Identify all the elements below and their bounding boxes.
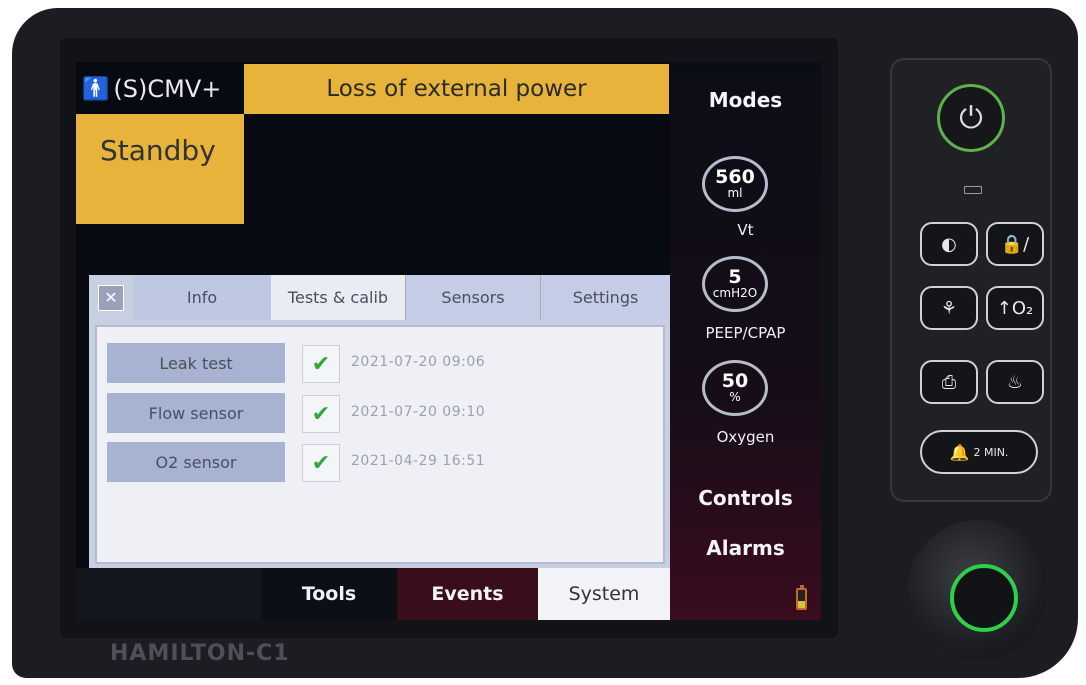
peep-gauge[interactable]: 5 cmH2O: [702, 256, 768, 312]
tab-sensors[interactable]: Sensors: [405, 275, 540, 320]
alarms-button[interactable]: Alarms: [670, 536, 821, 560]
test-row: Flow sensor ✔ 2021-07-20 09:10: [107, 393, 647, 433]
print-icon: ⎙: [941, 371, 957, 393]
controls-button[interactable]: Controls: [670, 486, 821, 510]
screen: 🚹 (S)CMV+ Loss of external power Standby…: [76, 62, 821, 620]
panel-tabs: ✕ Info Tests & calib Sensors Settings: [89, 275, 670, 320]
tab-events[interactable]: Events: [397, 568, 538, 620]
peep-value: 5: [728, 266, 742, 288]
nebulizer-button[interactable]: ♨: [986, 360, 1044, 404]
tests-content: Leak test ✔ 2021-07-20 09:06 Flow sensor…: [95, 325, 665, 564]
test-row: Leak test ✔ 2021-07-20 09:06: [107, 343, 647, 383]
alarm-silence-label: 2 MIN.: [973, 445, 1009, 459]
screen-lock-button[interactable]: 🔒/: [986, 222, 1044, 266]
standby-button[interactable]: Standby: [76, 114, 244, 224]
print-screen-button[interactable]: ⎙: [920, 360, 978, 404]
peep-unit: cmH2O: [712, 286, 758, 300]
vt-label: Vt: [737, 221, 754, 239]
test-timestamp: 2021-07-20 09:06: [351, 354, 486, 370]
alarm-silence-button[interactable]: 🔔 2 MIN.: [920, 430, 1038, 474]
knob-green-ring: [950, 564, 1018, 632]
alarm-bell-icon: 🔔: [949, 442, 970, 462]
leak-test-button[interactable]: Leak test: [107, 343, 285, 383]
right-panel: Modes 560 ml Vt 5 cmH2O PEEP/CPAP 50 % O…: [670, 62, 821, 620]
nebulizer-icon: ♨: [1006, 371, 1024, 393]
vt-unit: ml: [727, 186, 743, 200]
tab-settings[interactable]: Settings: [540, 275, 670, 320]
day-night-icon: ◐: [941, 233, 957, 255]
test-timestamp: 2021-07-20 09:10: [351, 404, 486, 420]
tab-info[interactable]: Info: [133, 275, 271, 320]
oxygen-up-icon: ↑O₂: [996, 297, 1034, 319]
power-button[interactable]: ⏻: [937, 84, 1005, 152]
o2-enrichment-button[interactable]: ↑O₂: [986, 286, 1044, 330]
check-icon: ✔: [302, 395, 340, 433]
check-icon: ✔: [302, 345, 340, 383]
mode-indicator[interactable]: 🚹 (S)CMV+: [76, 64, 250, 114]
check-icon: ✔: [302, 444, 340, 482]
brand-logo: HAMILTON-C1: [110, 641, 290, 666]
day-night-button[interactable]: ◐: [920, 222, 978, 266]
tab-tests-calib[interactable]: Tests & calib: [271, 275, 405, 320]
oxygen-value: 50: [721, 370, 749, 392]
test-row: O2 sensor ✔ 2021-04-29 16:51: [107, 442, 647, 482]
press-and-turn-knob[interactable]: [908, 520, 1048, 660]
close-tab: ✕: [89, 275, 133, 320]
power-icon: ⏻: [959, 100, 983, 136]
flow-sensor-button[interactable]: Flow sensor: [107, 393, 285, 433]
battery-icon: [796, 585, 807, 610]
patient-icon: 🚹: [82, 76, 110, 102]
battery-led-icon: [964, 186, 982, 194]
system-panel: ✕ Info Tests & calib Sensors Settings Le…: [89, 275, 670, 571]
close-icon[interactable]: ✕: [98, 284, 124, 311]
o2-sensor-button[interactable]: O2 sensor: [107, 442, 285, 482]
tab-system[interactable]: System: [538, 568, 670, 620]
lock-unlock-icon: 🔒/: [1000, 233, 1030, 255]
oxygen-label: Oxygen: [716, 428, 775, 446]
oxygen-unit: %: [729, 390, 741, 404]
vt-gauge[interactable]: 560 ml: [702, 156, 768, 212]
bottom-tabs: Tools Events System: [76, 568, 670, 620]
vt-value: 560: [715, 166, 755, 188]
mode-label: (S)CMV+: [113, 75, 222, 103]
bottom-tab-empty: [76, 568, 261, 620]
oxygen-gauge[interactable]: 50 %: [702, 360, 768, 416]
peep-label: PEEP/CPAP: [705, 324, 786, 342]
hardware-key-panel: ⏻ ◐ 🔒/ ⚘ ↑O₂ ⎙ ♨ 🔔 2 MIN.: [890, 58, 1052, 502]
manual-breath-button[interactable]: ⚘: [920, 286, 978, 330]
tab-tools[interactable]: Tools: [261, 568, 397, 620]
alarm-message-bar[interactable]: Loss of external power: [244, 64, 669, 114]
test-timestamp: 2021-04-29 16:51: [351, 453, 486, 469]
modes-button[interactable]: Modes: [670, 88, 821, 112]
lungs-icon: ⚘: [940, 297, 958, 319]
